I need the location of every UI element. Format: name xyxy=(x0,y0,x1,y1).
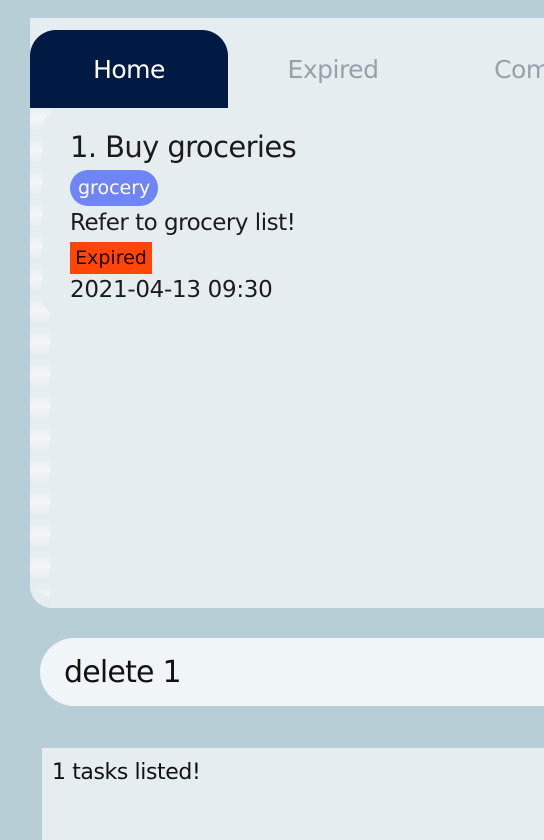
task-description: Refer to grocery list! xyxy=(70,210,296,236)
command-input[interactable] xyxy=(40,638,544,706)
tab-completed-label: Completed xyxy=(494,54,544,84)
task-title: 1. Buy groceries xyxy=(70,130,297,164)
app-window: Home Expired Completed 1. Buy groceries … xyxy=(0,0,544,840)
expired-status-badge: Expired xyxy=(70,242,152,274)
tab-expired[interactable]: Expired xyxy=(234,30,432,108)
tab-bar: Home Expired Completed xyxy=(30,30,544,108)
tab-home[interactable]: Home xyxy=(30,30,228,108)
task-tag: grocery xyxy=(70,170,159,206)
result-message: 1 tasks listed! xyxy=(52,760,201,785)
tab-home-label: Home xyxy=(93,54,165,84)
task-deadline: 2021-04-13 09:30 xyxy=(70,277,273,303)
tab-expired-label: Expired xyxy=(287,54,379,84)
tab-completed[interactable]: Completed xyxy=(440,30,544,108)
